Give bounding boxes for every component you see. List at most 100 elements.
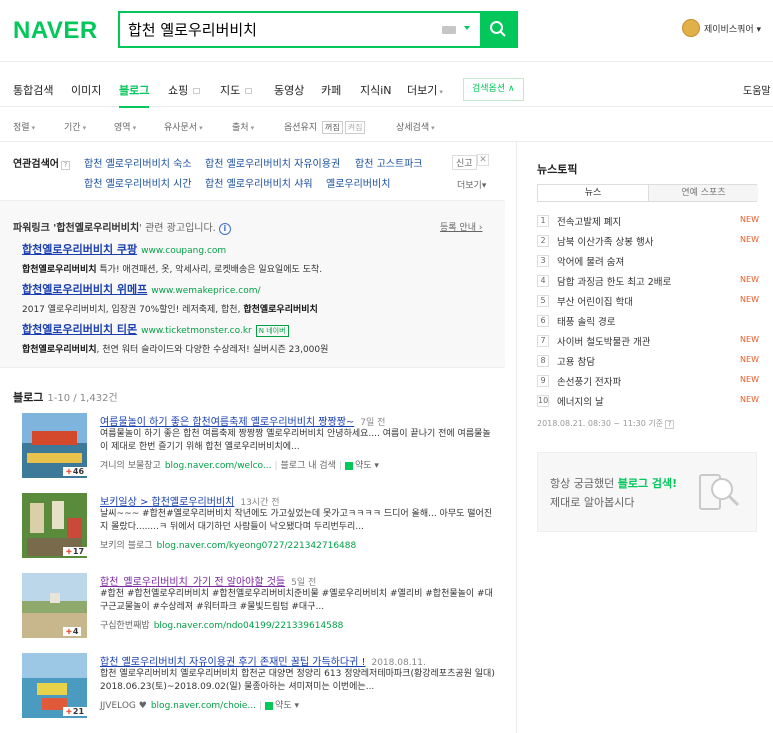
related-link[interactable]: 합천 고스트파크: [355, 155, 423, 170]
post-title[interactable]: 여름물놀이 하기 좋은 합천여름축제 옐로우리버비치 짱짱짱~ 7일 전: [100, 413, 385, 428]
tab-shopping[interactable]: 쇼핑: [168, 82, 201, 98]
post-url[interactable]: blog.naver.com/choie...: [151, 701, 256, 711]
post-title-text: 여름물놀이 하기 좋은 합천여름축제 옐로우리버비치 짱짱짱~: [100, 417, 355, 428]
post-author[interactable]: 구십한번째밥: [100, 621, 150, 631]
news-item[interactable]: 3 악어에 물려 숨져: [537, 254, 759, 270]
post-thumbnail[interactable]: 21: [22, 653, 87, 718]
register-ad-link[interactable]: 등록 안내 ›: [440, 220, 482, 233]
map-link[interactable]: 약도 ▾: [275, 701, 299, 711]
related-link[interactable]: 합천 옐로우리버비치 시간: [84, 175, 192, 190]
powerlink-title: 파워링크 '합천옐로우리버비치' 관련 광고입니다. i: [13, 219, 231, 235]
autocomplete-toggle-icon[interactable]: [464, 26, 470, 30]
search-button[interactable]: [480, 13, 516, 46]
post-title[interactable]: 합천 옐로우리버비치 자유이용권 후기 존재민 꿀팁 가득하다귀 ! 2018.0…: [100, 653, 426, 668]
related-link[interactable]: 합천 옐로우리버비치 샤워: [205, 175, 313, 190]
naver-logo[interactable]: NAVER: [13, 17, 98, 45]
blog-post: 4 합천_옐로우리버비치_가기 전 알아야할 것들 5일 전 #합천 #합천옐로우…: [0, 573, 505, 647]
ad-title[interactable]: 합천옐로우리버비치 쿠팡: [22, 243, 137, 256]
help-icon[interactable]: ?: [61, 161, 70, 170]
news-rank: 7: [537, 335, 549, 347]
ad-desc-text: 특가! 애견패션, 옷, 악세사리, 로켓배송은 일요일에도 도착.: [96, 265, 323, 275]
news-text: 전속고발제 폐지: [557, 217, 622, 228]
close-icon[interactable]: ✕: [477, 154, 489, 166]
post-url[interactable]: blog.naver.com/welco...: [165, 461, 272, 471]
ad-url[interactable]: www.ticketmonster.co.kr: [141, 326, 252, 336]
tab-news[interactable]: 뉴스: [538, 185, 648, 201]
tab-kin[interactable]: 지식iN: [360, 82, 392, 98]
filter-similar[interactable]: 유사문서 ▾: [164, 120, 203, 133]
image-count: 21: [63, 707, 87, 716]
chevron-down-icon: ▾: [132, 124, 137, 132]
chevron-down-icon: ▾: [250, 124, 255, 132]
external-link-icon: [245, 88, 253, 94]
related-label: 연관검색어?: [13, 155, 70, 170]
blog-search-link[interactable]: 블로그 내 검색: [281, 461, 336, 471]
filter-detail[interactable]: 상세검색 ▾: [396, 120, 435, 133]
filter-sort[interactable]: 정렬 ▾: [13, 120, 35, 133]
post-author[interactable]: 보키의 블로그: [100, 541, 153, 551]
ad-url[interactable]: www.wemakeprice.com/: [151, 286, 260, 296]
news-text: 사이버 철도박물관 개관: [557, 337, 651, 348]
related-link[interactable]: 합천 옐로우리버비치 숙소: [84, 155, 192, 170]
news-rank: 5: [537, 295, 549, 307]
tab-cafe[interactable]: 카페: [321, 82, 341, 98]
keep-off-toggle[interactable]: 꺼짐: [322, 121, 343, 134]
map-link[interactable]: 약도 ▾: [355, 461, 379, 471]
post-author[interactable]: JJVELOG ♥: [100, 701, 147, 711]
post-title[interactable]: 합천_옐로우리버비치_가기 전 알아야할 것들 5일 전: [100, 573, 316, 588]
news-item[interactable]: 2 남북 이산가족 상봉 행사 NEW: [537, 234, 759, 250]
help-link[interactable]: 도움말: [743, 82, 771, 97]
news-text: 손선풍기 전자파: [557, 377, 622, 388]
post-title[interactable]: 보키일상 > 합천옐로우리버비치 13시간 전: [100, 493, 280, 508]
news-item[interactable]: 7 사이버 철도박물관 개관 NEW: [537, 334, 759, 350]
user-menu[interactable]: 제이비스쿼어 ▾: [682, 19, 761, 37]
post-meta: 겨니의 보물창고 blog.naver.com/welco... | 블로그 내 검색…: [100, 461, 379, 471]
post-url[interactable]: blog.naver.com/ndo04199/221339614588: [154, 621, 344, 631]
search-input[interactable]: [120, 13, 430, 46]
ad-item: 합천옐로우리버비치 위메프 www.wemakeprice.com/ 2017 옐…: [22, 281, 492, 315]
post-url[interactable]: blog.naver.com/kyeong0727/221342716488: [157, 541, 357, 551]
blog-search-promo[interactable]: 항상 궁금했던 블로그 검색! 제대로 알아봅시다: [537, 452, 757, 532]
news-item[interactable]: 8 고용 참담 NEW: [537, 354, 759, 370]
post-thumbnail[interactable]: 4: [22, 573, 87, 638]
header: NAVER 제이비스쿼어 ▾: [0, 0, 773, 62]
filter-period[interactable]: 기간 ▾: [64, 120, 86, 133]
info-icon[interactable]: i: [218, 223, 231, 235]
ad-title[interactable]: 합천옐로우리버비치 티몬: [22, 323, 137, 336]
tab-images[interactable]: 이미지: [71, 82, 101, 98]
filter-source[interactable]: 출처 ▾: [232, 120, 254, 133]
post-author[interactable]: 겨니의 보물창고: [100, 461, 161, 471]
tab-map-label: 지도: [220, 84, 241, 97]
blog-section-header: 블로그 1-10 / 1,432건: [13, 389, 118, 405]
news-item[interactable]: 5 부산 어린이집 학대 NEW: [537, 294, 759, 310]
post-description: 날씨~~~ #합천#옐로우리버비치 작년에도 가고싶었는데 못가고ㅋㅋㅋㅋ 드디…: [100, 509, 493, 532]
help-icon[interactable]: ?: [665, 420, 675, 429]
post-thumbnail[interactable]: 46: [22, 413, 87, 478]
keep-on-toggle[interactable]: 켜짐: [344, 121, 366, 134]
post-thumbnail[interactable]: 17: [22, 493, 87, 558]
tab-blog[interactable]: 블로그: [119, 82, 150, 108]
report-button[interactable]: 신고: [452, 155, 477, 170]
news-item[interactable]: 4 담합 과징금 한도 최고 2배로 NEW: [537, 274, 759, 290]
news-item[interactable]: 6 태풍 솔릭 경로: [537, 314, 759, 330]
tab-video[interactable]: 동영상: [274, 82, 304, 98]
tab-all[interactable]: 통합검색: [13, 82, 53, 98]
news-item[interactable]: 10 에너지의 날 NEW: [537, 394, 759, 410]
tab-entertainment-sports[interactable]: 연예 스포츠: [648, 185, 758, 201]
filter-area[interactable]: 영역 ▾: [114, 120, 136, 133]
related-link[interactable]: 옐로우리버비치: [326, 175, 390, 190]
tab-map[interactable]: 지도: [220, 82, 253, 98]
news-rank: 10: [537, 395, 549, 407]
related-link[interactable]: 합천 옐로우리버비치 자유이용권: [205, 155, 340, 170]
news-item[interactable]: 1 전속고발제 폐지 NEW: [537, 214, 759, 230]
news-item[interactable]: 9 손선풍기 전자파 NEW: [537, 374, 759, 390]
more-related-button[interactable]: 더보기▾: [457, 178, 486, 191]
ad-title[interactable]: 합천옐로우리버비치 위메프: [22, 283, 147, 296]
keyboard-icon[interactable]: [442, 26, 456, 34]
ad-desc-text: 2017 옐로우리버비치, 입장권 70%할인! 레저축제, 합천,: [22, 305, 244, 315]
ad-url[interactable]: www.coupang.com: [141, 246, 226, 256]
search-options-button[interactable]: 검색옵션 ∧: [463, 78, 524, 101]
ad-description: 합천옐로우리버비치 특가! 애견패션, 옷, 악세사리, 로켓배송은 일요일에도…: [22, 262, 492, 275]
tab-more[interactable]: 더보기 ▾: [407, 82, 443, 98]
image-count: 4: [63, 627, 82, 636]
